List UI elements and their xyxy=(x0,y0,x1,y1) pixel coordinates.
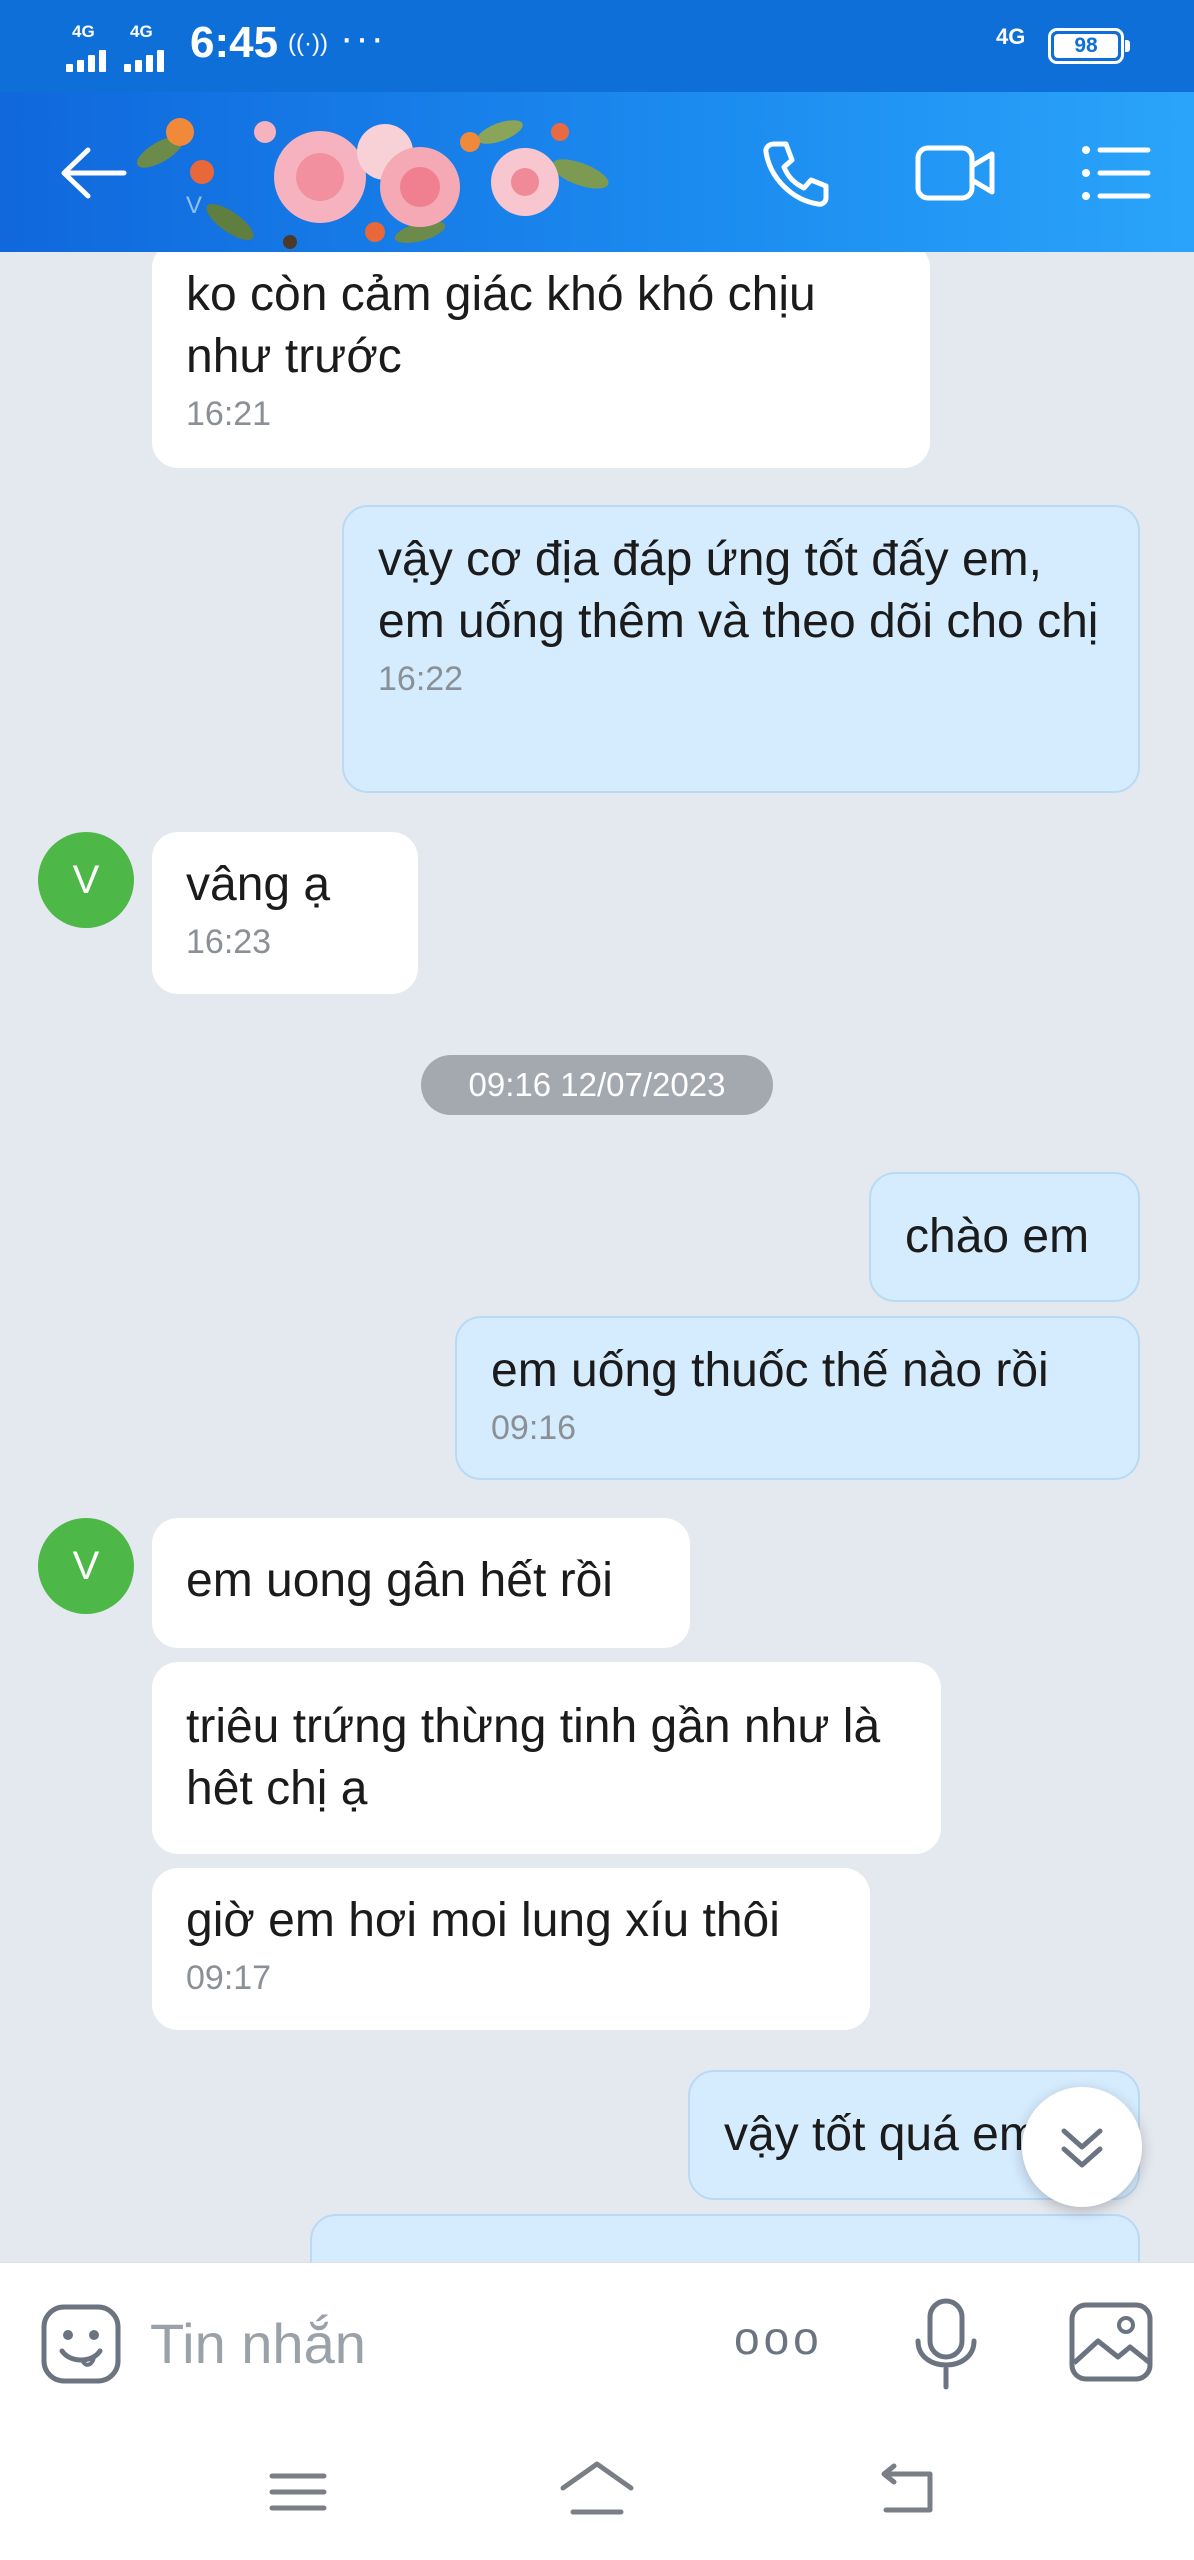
battery-level: 98 xyxy=(1054,34,1118,58)
message-input[interactable] xyxy=(150,2305,690,2381)
message-bubble-incoming[interactable]: em uong gân hết rồi xyxy=(152,1518,690,1648)
sim2-network-label: 4G xyxy=(130,22,153,41)
contact-avatar[interactable]: V xyxy=(38,832,134,928)
message-composer: ooo xyxy=(0,2262,1194,2422)
contact-avatar[interactable]: V xyxy=(38,1518,134,1614)
hotspot-icon: ((·)) xyxy=(288,30,328,57)
message-text: em uong gân hết rồi xyxy=(186,1554,613,1607)
contact-name-initial: V xyxy=(186,192,203,219)
microphone-icon[interactable] xyxy=(906,2293,986,2393)
message-bubble-incoming[interactable]: giờ em hơi moi lung xíu thôi 09:17 xyxy=(152,1868,870,2030)
message-text: vâng ạ xyxy=(186,858,331,911)
system-navigation-bar xyxy=(0,2422,1194,2560)
more-options-icon[interactable]: ooo xyxy=(734,2311,823,2365)
message-text: giờ em hơi moi lung xíu thôi xyxy=(186,1894,780,1947)
phone-call-icon[interactable] xyxy=(752,130,838,216)
menu-list-icon[interactable] xyxy=(1072,130,1158,216)
message-bubble-incoming[interactable]: vâng ạ 16:23 xyxy=(152,832,418,994)
message-bubble-outgoing-partial[interactable] xyxy=(310,2214,1140,2262)
flower-banner-decoration xyxy=(136,118,609,249)
message-bubble-outgoing[interactable]: em uống thuốc thế nào rồi 09:16 xyxy=(455,1316,1140,1480)
sim1-network-label: 4G xyxy=(72,22,95,41)
message-text: triêu trứng thừng tinh gần như là hêt ch… xyxy=(186,1700,881,1815)
chat-header: V xyxy=(0,92,1194,252)
message-time: 16:22 xyxy=(378,660,464,698)
recent-apps-icon[interactable] xyxy=(258,2452,338,2532)
message-text: vậy cơ địa đáp ứng tốt đấy em, em uống t… xyxy=(378,533,1099,648)
message-bubble-incoming[interactable]: triêu trứng thừng tinh gần như là hêt ch… xyxy=(152,1662,941,1854)
date-separator: 09:16 12/07/2023 xyxy=(421,1055,773,1115)
status-bar: 4G 4G 6:45 ((·)) ··· 4G 98 xyxy=(0,0,1194,92)
battery-icon: 98 xyxy=(1048,28,1130,64)
message-text: em uống thuốc thế nào rồi xyxy=(491,1344,1049,1397)
message-bubble-outgoing[interactable]: vậy cơ địa đáp ứng tốt đấy em, em uống t… xyxy=(342,505,1140,793)
message-text: ko còn cảm giác khó khó chịu như trước xyxy=(186,268,816,383)
message-time: 09:16 xyxy=(491,1409,577,1447)
home-icon[interactable] xyxy=(557,2452,637,2532)
status-time: 6:45 xyxy=(190,18,279,67)
back-nav-icon[interactable] xyxy=(870,2452,950,2532)
message-time: 16:21 xyxy=(186,395,272,433)
message-list[interactable]: ko còn cảm giác khó khó chịu như trước 1… xyxy=(0,252,1194,2262)
message-text: chào em xyxy=(905,1210,1090,1263)
message-time: 16:23 xyxy=(186,923,272,961)
message-bubble-incoming[interactable]: ko còn cảm giác khó khó chịu như trước 1… xyxy=(152,252,930,468)
more-notifications-icon: ··· xyxy=(340,16,386,60)
message-bubble-outgoing[interactable]: chào em xyxy=(869,1172,1140,1302)
back-arrow-icon[interactable] xyxy=(50,130,136,216)
image-gallery-icon[interactable] xyxy=(1066,2299,1156,2385)
scroll-to-bottom-button[interactable] xyxy=(1022,2087,1142,2207)
sticker-emoji-icon[interactable] xyxy=(38,2301,124,2387)
message-time: 09:17 xyxy=(186,1959,272,1997)
video-call-icon[interactable] xyxy=(912,130,998,216)
network-type-label: 4G xyxy=(996,24,1026,49)
